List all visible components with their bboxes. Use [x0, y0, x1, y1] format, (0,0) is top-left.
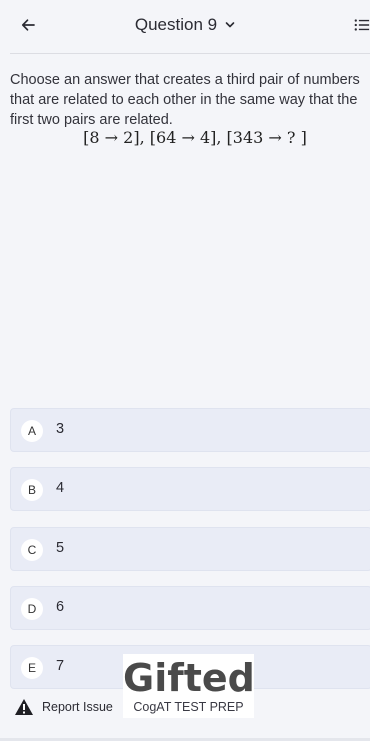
- header-bar: Question 9: [0, 0, 370, 52]
- brand-watermark: Gifted CogAT TEST PREP: [123, 654, 255, 718]
- option-letter-badge: D: [21, 598, 43, 620]
- answer-option-a[interactable]: A 3: [10, 408, 370, 452]
- answer-option-d[interactable]: D 6: [10, 586, 370, 630]
- chevron-down-icon[interactable]: [225, 21, 235, 29]
- answer-option-b[interactable]: B 4: [10, 467, 370, 511]
- report-issue-button[interactable]: Report Issue: [14, 698, 113, 716]
- brand-logo: Gifted: [123, 656, 255, 700]
- option-value: 6: [56, 599, 65, 615]
- option-value: 4: [56, 480, 65, 496]
- page-title: Question 9: [134, 15, 218, 34]
- warning-icon: [15, 699, 33, 715]
- list-icon: [354, 19, 370, 31]
- option-value: 7: [56, 658, 65, 674]
- option-value: 3: [56, 421, 65, 437]
- option-letter-badge: B: [21, 479, 43, 501]
- report-issue-label: Report Issue: [42, 700, 113, 714]
- question-equation: [8 → 2], [64 → 4], [343 → ? ]: [83, 128, 307, 147]
- question-title-selector[interactable]: Question 9: [0, 14, 370, 36]
- option-letter-badge: A: [21, 420, 43, 442]
- question-text: Choose an answer that creates a third pa…: [10, 72, 360, 128]
- option-letter-badge: E: [21, 657, 43, 679]
- answer-option-c[interactable]: C 5: [10, 527, 370, 571]
- question-list-button[interactable]: [354, 16, 370, 34]
- option-letter-badge: C: [21, 539, 43, 561]
- brand-subtitle: CogAT TEST PREP: [133, 700, 244, 714]
- header-divider: [10, 53, 370, 54]
- option-value: 5: [56, 540, 65, 556]
